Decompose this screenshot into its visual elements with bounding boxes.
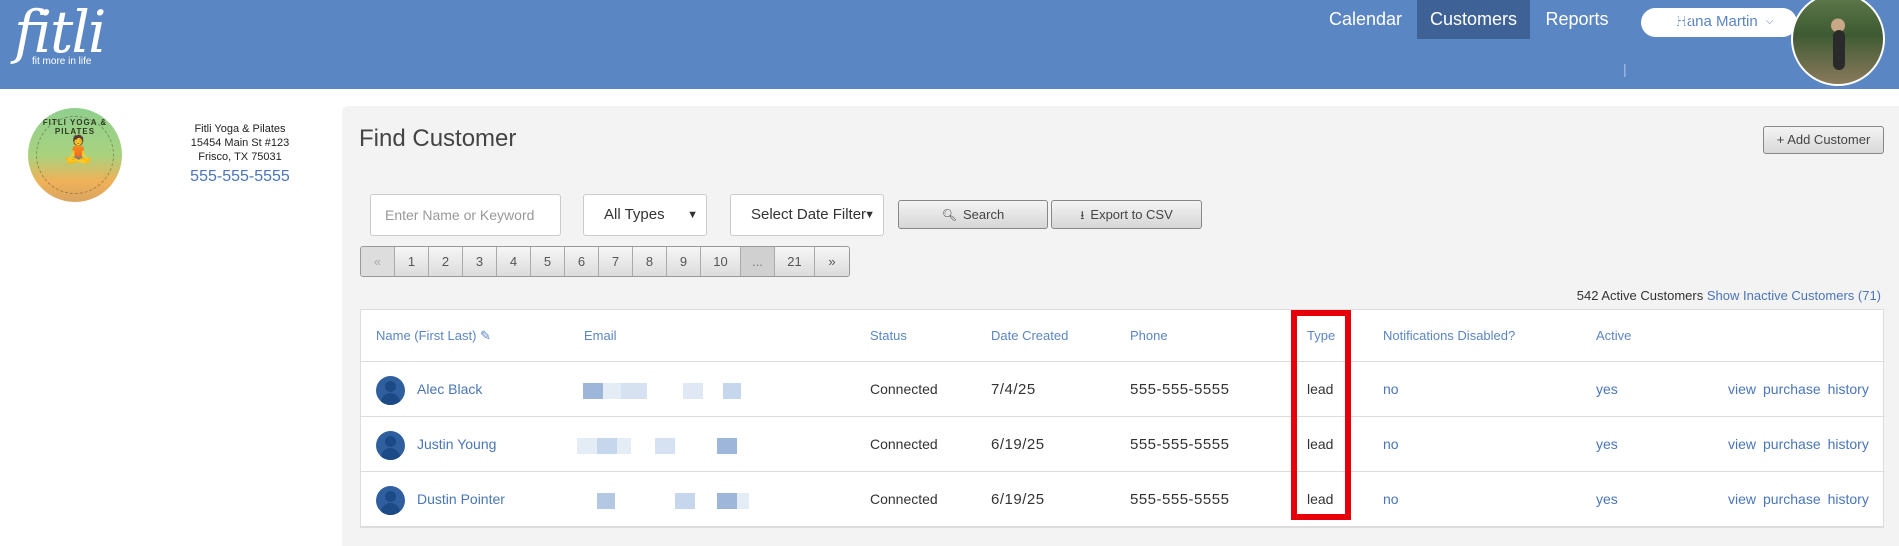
purchase-link[interactable]: purchase: [1763, 381, 1821, 397]
active-toggle[interactable]: yes: [1596, 362, 1618, 417]
pagination: « 1 2 3 4 5 6 7 8 9 10 ... 21 »: [360, 246, 850, 277]
pagination-page[interactable]: 1: [395, 247, 429, 276]
active-count-text: 542 Active Customers: [1576, 288, 1704, 303]
table-header: Name (First Last) ✎ Email Status Date Cr…: [361, 310, 1883, 362]
pagination-page[interactable]: 8: [633, 247, 667, 276]
col-email-header[interactable]: Email: [584, 310, 617, 362]
active-toggle[interactable]: yes: [1596, 472, 1618, 527]
nav-calendar[interactable]: Calendar: [1320, 0, 1411, 39]
page-title: Find Customer: [359, 125, 517, 152]
export-csv-button[interactable]: ⭳ Export to CSV: [1051, 200, 1202, 229]
export-button-label: Export to CSV: [1090, 207, 1173, 222]
view-link[interactable]: view: [1728, 381, 1756, 397]
phone-value: 555-555-5555: [1130, 436, 1230, 453]
customer-avatar: [376, 431, 405, 460]
nav-reports[interactable]: Reports: [1537, 0, 1617, 39]
purchase-link[interactable]: purchase: [1763, 436, 1821, 452]
date-created-value: 6/19/25: [991, 436, 1045, 453]
logo-wordmark: fitli: [14, 0, 106, 66]
col-name-header[interactable]: Name (First Last) ✎: [376, 310, 491, 362]
notifications-toggle[interactable]: no: [1383, 417, 1399, 472]
pagination-page[interactable]: 10: [701, 247, 741, 276]
date-filter-select[interactable]: Select Date Filter ▼: [730, 194, 884, 236]
pagination-page[interactable]: 7: [599, 247, 633, 276]
date-created-value: 7/4/25: [991, 381, 1036, 398]
col-status-header[interactable]: Status: [870, 310, 907, 362]
search-input[interactable]: Enter Name or Keyword: [370, 194, 561, 236]
search-icon: 🔍︎: [941, 208, 958, 222]
customer-avatar: [376, 486, 405, 515]
customer-count: 542 Active Customers Show Inactive Custo…: [1300, 288, 1881, 303]
active-toggle[interactable]: yes: [1596, 417, 1618, 472]
status-value: Connected: [870, 381, 938, 397]
show-inactive-link[interactable]: Show Inactive Customers (71): [1707, 288, 1881, 303]
col-phone-header[interactable]: Phone: [1130, 310, 1168, 362]
download-icon: ⭳: [1080, 208, 1085, 222]
type-select-value: All Types: [604, 206, 665, 223]
table-row: Dustin Pointer Connected 6/19/25 555-555…: [361, 472, 1883, 527]
notifications-toggle[interactable]: no: [1383, 362, 1399, 417]
phone-value: 555-555-5555: [1130, 381, 1230, 398]
table-row: Justin Young Connected 6/19/25 555-555-5…: [361, 417, 1883, 472]
type-column-highlight: [1291, 310, 1351, 520]
studio-address-line1: 15454 Main St #123: [190, 137, 290, 149]
status-value: Connected: [870, 436, 938, 452]
history-link[interactable]: history: [1828, 381, 1869, 397]
row-actions: view purchase history: [1728, 472, 1876, 527]
studio-phone[interactable]: 555-555-5555: [150, 169, 330, 185]
chevron-down-icon: ⌵: [1765, 16, 1774, 27]
history-link[interactable]: history: [1828, 491, 1869, 507]
table-row: Alec Black Connected 7/4/25 555-555-5555…: [361, 362, 1883, 417]
pagination-page[interactable]: 6: [565, 247, 599, 276]
col-active-header[interactable]: Active: [1596, 310, 1631, 362]
pagination-next[interactable]: »: [815, 247, 849, 276]
chevron-down-icon: ▼: [864, 209, 875, 221]
customer-name-link[interactable]: Dustin Pointer: [417, 472, 505, 527]
customer-name-link[interactable]: Justin Young: [417, 417, 496, 472]
pagination-page[interactable]: 2: [429, 247, 463, 276]
row-actions: view purchase history: [1728, 362, 1876, 417]
notifications-toggle[interactable]: no: [1383, 472, 1399, 527]
phone-value: 555-555-5555: [1130, 491, 1230, 508]
nav-separator: |: [1623, 61, 1627, 77]
studio-logo: FITLI YOGA & PILATES 🧘: [28, 108, 122, 202]
view-link[interactable]: view: [1728, 491, 1756, 507]
customer-table: Name (First Last) ✎ Email Status Date Cr…: [360, 309, 1884, 528]
chevron-down-icon: ▼: [687, 209, 698, 221]
pagination-page[interactable]: 9: [667, 247, 701, 276]
lotus-figure-icon: 🧘: [62, 134, 95, 164]
add-customer-button[interactable]: + Add Customer: [1763, 126, 1884, 154]
customer-name-link[interactable]: Alec Black: [417, 362, 482, 417]
customer-avatar: [376, 376, 405, 405]
status-value: Connected: [870, 491, 938, 507]
studio-name: Fitli Yoga & Pilates: [194, 123, 286, 135]
row-actions: view purchase history: [1728, 417, 1876, 472]
pagination-page[interactable]: 21: [775, 247, 815, 276]
nav-customers[interactable]: Customers: [1417, 0, 1530, 39]
studio-info: Fitli Yoga & Pilates 15454 Main St #123 …: [150, 122, 330, 185]
pagination-prev[interactable]: «: [361, 247, 395, 276]
pagination-page[interactable]: 4: [497, 247, 531, 276]
date-created-value: 6/19/25: [991, 491, 1045, 508]
top-header-bar: fitli fit more in life Hana Martin ⌵ Cale…: [0, 0, 1899, 89]
search-button-label: Search: [963, 207, 1005, 222]
col-notifications-header[interactable]: Notifications Disabled?: [1383, 310, 1515, 362]
search-button[interactable]: 🔍︎ Search: [898, 200, 1048, 229]
date-filter-value: Select Date Filter: [751, 206, 867, 223]
pencil-icon[interactable]: ✎: [480, 328, 491, 343]
user-avatar[interactable]: [1791, 0, 1885, 86]
view-link[interactable]: view: [1728, 436, 1756, 452]
pagination-ellipsis: ...: [741, 247, 775, 276]
pagination-page[interactable]: 3: [463, 247, 497, 276]
nav-admin[interactable]: Admin: [1636, 0, 1700, 39]
pagination-page[interactable]: 5: [531, 247, 565, 276]
type-select[interactable]: All Types ▼: [583, 194, 707, 236]
history-link[interactable]: history: [1828, 436, 1869, 452]
col-date-header[interactable]: Date Created: [991, 310, 1068, 362]
col-name-label: Name (First Last): [376, 328, 477, 343]
purchase-link[interactable]: purchase: [1763, 491, 1821, 507]
fitli-logo[interactable]: fitli fit more in life: [14, 0, 106, 67]
studio-address-line2: Frisco, TX 75031: [198, 151, 282, 163]
